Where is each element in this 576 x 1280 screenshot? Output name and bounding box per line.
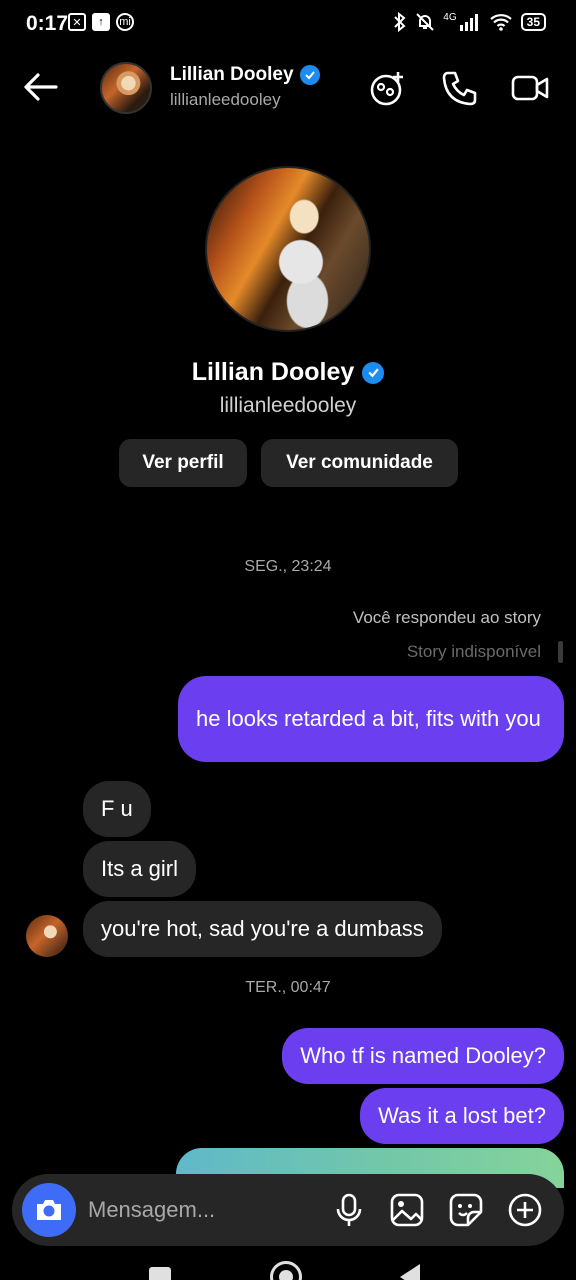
phone-call-icon[interactable] — [440, 68, 480, 108]
mi-notification-icon: mi — [116, 13, 134, 31]
header-name-row[interactable]: Lillian Dooley — [170, 64, 320, 86]
back-arrow-icon[interactable] — [22, 70, 60, 104]
bluetooth-icon — [394, 12, 406, 32]
story-unavailable-label[interactable]: Story indisponível — [407, 642, 541, 662]
camera-icon — [37, 1200, 61, 1220]
signal-icon — [459, 14, 478, 31]
status-notification-icons: ✕ ↑ mi — [68, 13, 134, 31]
verified-badge-icon — [362, 361, 385, 384]
view-profile-button[interactable]: Ver perfil — [119, 439, 247, 487]
profile-username: lillianleedooley — [219, 394, 357, 417]
upload-notification-icon: ↑ — [92, 13, 110, 31]
view-community-button[interactable]: Ver comunidade — [261, 439, 458, 487]
add-circle-icon[interactable] — [507, 1192, 543, 1228]
received-message[interactable]: F u — [83, 781, 151, 837]
sent-message[interactable]: he looks retarded a bit, fits with you — [178, 676, 564, 762]
sticker-icon[interactable] — [448, 1192, 484, 1228]
story-reply-bar — [558, 641, 563, 663]
status-bar: 0:17 ✕ ↑ mi 4G 35 — [0, 0, 576, 48]
message-composer — [12, 1174, 564, 1246]
recent-apps-button[interactable] — [149, 1267, 171, 1280]
back-triangle-button[interactable] — [400, 1264, 420, 1280]
chat-header: Lillian Dooley lillianleedooley — [0, 52, 576, 122]
home-button[interactable] — [270, 1261, 302, 1280]
gallery-icon[interactable] — [389, 1192, 425, 1228]
video-call-icon[interactable] — [510, 68, 550, 108]
profile-name-row: Lillian Dooley — [0, 358, 576, 387]
status-time: 0:17 — [26, 12, 69, 35]
silent-bell-icon — [416, 13, 435, 31]
add-people-icon[interactable] — [368, 68, 408, 108]
received-message[interactable]: Its a girl — [83, 841, 197, 897]
microphone-icon[interactable] — [331, 1192, 367, 1228]
story-reply-note: Você respondeu ao story — [352, 608, 541, 627]
profile-name: Lillian Dooley — [191, 358, 355, 386]
chat-timestamp: SEG., 23:24 — [244, 558, 332, 575]
sender-avatar[interactable] — [26, 915, 68, 957]
status-right: 4G 35 — [393, 12, 546, 32]
camera-button[interactable] — [22, 1183, 76, 1237]
header-name: Lillian Dooley — [170, 64, 294, 85]
chat-timestamp: TER., 00:47 — [245, 979, 331, 996]
sent-message[interactable]: Was it a lost bet? — [360, 1088, 564, 1144]
network-type: 4G — [443, 11, 457, 23]
verified-badge-icon — [299, 65, 320, 85]
header-avatar[interactable] — [100, 62, 152, 114]
battery-indicator: 35 — [520, 13, 546, 31]
wifi-icon — [489, 14, 512, 31]
image-notification-icon: ✕ — [68, 13, 86, 31]
profile-avatar[interactable] — [205, 166, 371, 332]
message-input[interactable] — [88, 1194, 308, 1226]
system-nav-bar — [0, 1258, 576, 1280]
received-message[interactable]: you're hot, sad you're a dumbass — [83, 901, 442, 957]
header-username: lillianleedooley — [170, 90, 281, 109]
sent-message[interactable]: Who tf is named Dooley? — [282, 1028, 564, 1084]
